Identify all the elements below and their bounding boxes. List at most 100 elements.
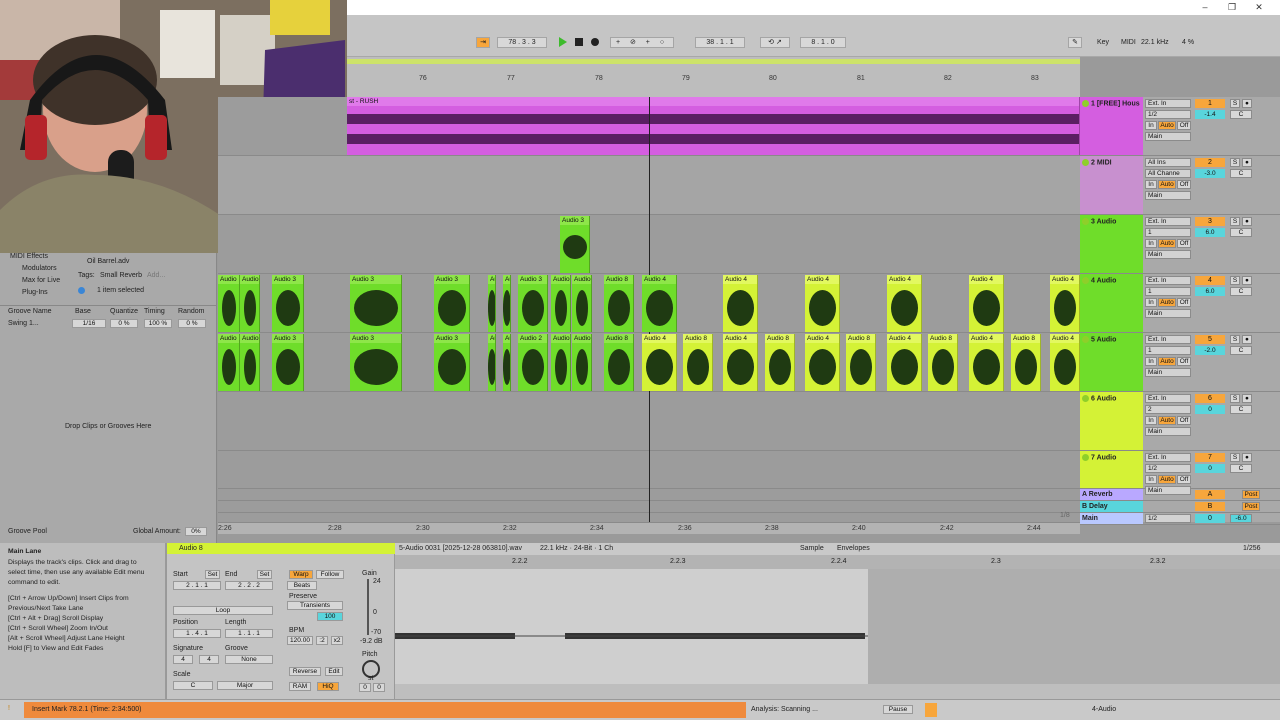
loop-button[interactable]: Loop [173, 606, 273, 615]
clip[interactable]: Audio 4 [969, 275, 1004, 332]
post-button[interactable]: Post [1242, 502, 1260, 511]
output-routing[interactable]: Main [1145, 132, 1191, 141]
solo-button[interactable]: S [1230, 276, 1240, 285]
key-map-button[interactable]: Key [1097, 39, 1109, 46]
arm-icon[interactable]: ● [1242, 99, 1252, 108]
clip[interactable]: Audio 8 [928, 334, 958, 391]
monitor-in[interactable]: In [1145, 121, 1157, 130]
clip[interactable]: Audio [503, 334, 511, 391]
arm-icon[interactable]: ● [1242, 276, 1252, 285]
track-pan[interactable]: C [1230, 405, 1252, 414]
preserve-select[interactable]: Transients [287, 601, 343, 610]
monitor-auto[interactable]: Auto [1158, 475, 1176, 484]
track-name[interactable]: 5 Audio [1080, 333, 1143, 391]
clip[interactable]: Audio [503, 275, 511, 332]
start-field[interactable]: 2 . 1 . 1 [173, 581, 221, 590]
clip[interactable]: Audio 3 [434, 275, 470, 332]
fold-icon[interactable] [1082, 454, 1089, 461]
tag-add[interactable]: Add... [147, 272, 165, 279]
position-field[interactable]: 1 . 4 . 1 [173, 629, 221, 638]
clip[interactable]: Audio [240, 275, 260, 332]
midi-map-button[interactable]: MIDI [1121, 39, 1136, 46]
browser-item[interactable]: Modulators [22, 265, 57, 272]
track-name[interactable]: 4 Audio [1080, 274, 1143, 332]
time-ruler[interactable]: 2:26 2:28 2:30 2:32 2:34 2:36 2:38 2:40 … [218, 522, 1080, 534]
clip[interactable]: Audio 3 [272, 275, 304, 332]
fold-icon[interactable] [1082, 218, 1089, 225]
output-routing[interactable]: Main [1145, 427, 1191, 436]
track-volume[interactable]: -2.0 [1195, 346, 1225, 355]
return-header[interactable]: A Reverb A Post [1080, 489, 1280, 501]
track-pan[interactable]: C [1230, 228, 1252, 237]
return-name[interactable]: A Reverb [1080, 489, 1143, 500]
monitor-off[interactable]: Off [1177, 239, 1191, 248]
monitor-in[interactable]: In [1145, 180, 1157, 189]
clip[interactable]: st - RUSH [347, 97, 1080, 155]
output-routing[interactable]: Main [1145, 309, 1191, 318]
monitor-auto[interactable]: Auto [1158, 180, 1176, 189]
monitor-off[interactable]: Off [1177, 475, 1191, 484]
clip[interactable]: Audio [218, 275, 240, 332]
return-name[interactable]: Main [1080, 513, 1143, 524]
clip[interactable]: Audio [572, 334, 592, 391]
clip[interactable]: Audio 8 [846, 334, 876, 391]
clip[interactable]: Audio 4 [969, 334, 1004, 391]
track-header[interactable]: 3 Audio Ext. In 1 3 S ● 6.0 C In Auto Of… [1080, 215, 1280, 274]
solo-button[interactable]: S [1230, 99, 1240, 108]
groove-quantize[interactable]: 0 % [110, 319, 138, 328]
fold-icon[interactable] [1082, 395, 1089, 402]
browser-item[interactable]: Plug-Ins [22, 289, 48, 296]
main-channel[interactable]: 1/2 [1145, 514, 1191, 523]
record-icon[interactable] [591, 38, 599, 46]
groove-name[interactable]: Swing 1... [8, 320, 39, 327]
monitor-in[interactable]: In [1145, 298, 1157, 307]
clip[interactable]: Audio [240, 334, 260, 391]
follow-arrow-icon[interactable]: ⇥ [476, 37, 490, 48]
solo-button[interactable]: S [1230, 394, 1240, 403]
length-field[interactable]: 1 . 1 . 1 [225, 629, 273, 638]
track-header[interactable]: 6 Audio Ext. In 2 6 S ● 0 C In Auto Off … [1080, 392, 1280, 451]
minimize-icon[interactable]: – [1199, 2, 1211, 12]
clip[interactable]: Audio 8 [604, 275, 634, 332]
clip[interactable]: Audio 8 [604, 334, 634, 391]
groove-random[interactable]: 0 % [178, 319, 206, 328]
overdub-tools[interactable]: + ⊘ + ○ [610, 37, 674, 48]
track-volume[interactable]: -3.0 [1195, 169, 1225, 178]
loop-icon[interactable]: ⟲ ↗ [760, 37, 790, 48]
fold-icon[interactable] [1082, 100, 1089, 107]
pitch-field[interactable]: 0 [359, 683, 371, 692]
track-name[interactable]: 2 MIDI [1080, 156, 1143, 214]
clip[interactable]: Audio 3 [434, 334, 470, 391]
clip[interactable]: Audio 3 [350, 275, 402, 332]
fold-icon[interactable] [1082, 159, 1089, 166]
clip[interactable]: Audio 3 [350, 334, 402, 391]
solo-button[interactable]: S [1230, 335, 1240, 344]
monitor-in[interactable]: In [1145, 357, 1157, 366]
track-header[interactable]: 7 Audio Ext. In 1/2 7 S ● 0 C In Auto Of… [1080, 451, 1280, 495]
arrangement-ruler[interactable]: 76 77 78 79 80 81 82 83 [347, 57, 1080, 97]
input-type[interactable]: Ext. In [1145, 276, 1191, 285]
groove-select[interactable]: None [225, 655, 273, 664]
track-name[interactable]: 6 Audio [1080, 392, 1143, 450]
monitor-off[interactable]: Off [1177, 180, 1191, 189]
clip[interactable]: Audio 8 [765, 334, 795, 391]
track-header[interactable]: 2 MIDI All Ins All Channe 2 S ● -3.0 C I… [1080, 156, 1280, 215]
monitor-in[interactable]: In [1145, 475, 1157, 484]
clip[interactable]: Audio 4 [805, 334, 840, 391]
track-number[interactable]: 5 [1195, 335, 1225, 344]
bpm-field[interactable]: 120.00 [287, 636, 313, 645]
clip[interactable]: Audio [488, 334, 496, 391]
clip[interactable]: Audio 2 [518, 334, 548, 391]
input-channel[interactable]: 2 [1145, 405, 1191, 414]
pause-button[interactable]: Pause [883, 705, 913, 714]
stop-icon[interactable] [575, 38, 583, 46]
output-routing[interactable]: Main [1145, 250, 1191, 259]
return-name[interactable]: B Delay [1080, 501, 1143, 512]
track-header[interactable]: 4 Audio Ext. In 1 4 S ● 6.0 C In Auto Of… [1080, 274, 1280, 333]
track-volume[interactable]: 6.0 [1195, 228, 1225, 237]
track-pan[interactable]: C [1230, 110, 1252, 119]
warp-button[interactable]: Warp [289, 570, 313, 579]
input-type[interactable]: Ext. In [1145, 335, 1191, 344]
track-header[interactable]: 5 Audio Ext. In 1 5 S ● -2.0 C In Auto O… [1080, 333, 1280, 392]
track-volume[interactable]: -1.4 [1195, 110, 1225, 119]
